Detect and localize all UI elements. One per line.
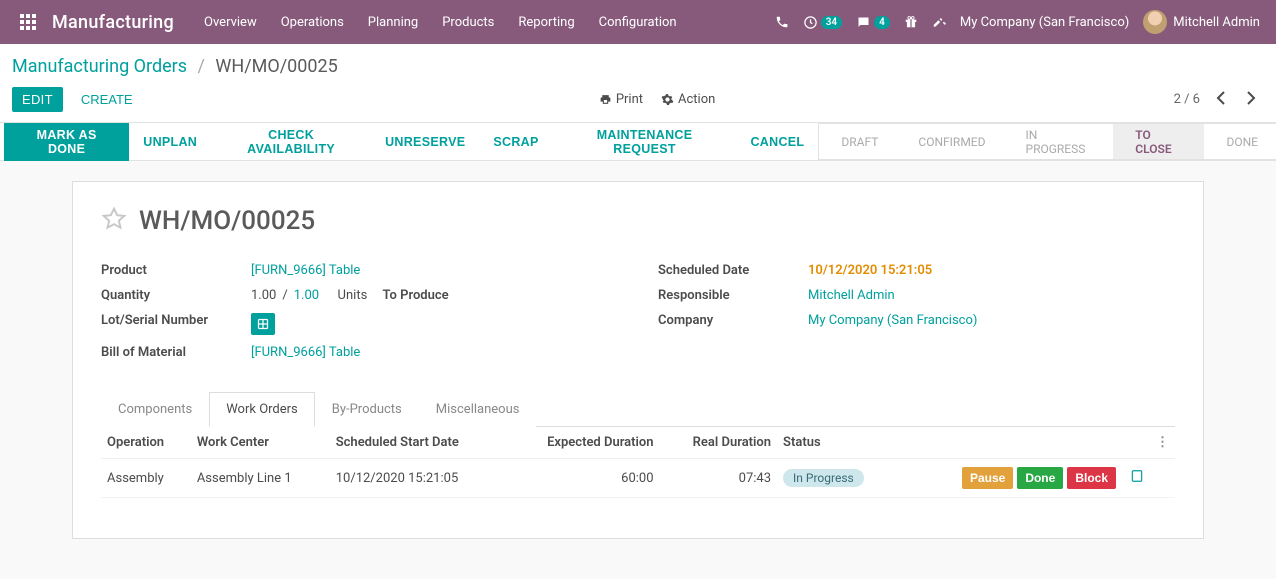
- tab-components[interactable]: Components: [101, 392, 209, 427]
- action-button[interactable]: Action: [661, 92, 715, 107]
- col-operation: Operation: [101, 427, 191, 459]
- maintenance-request-button[interactable]: MAINTENANCE REQUEST: [553, 123, 737, 161]
- notebook-tabs: Components Work Orders By-Products Misce…: [101, 391, 1175, 427]
- tab-work-orders[interactable]: Work Orders: [209, 392, 315, 427]
- user-name: Mitchell Admin: [1173, 15, 1260, 30]
- company-link[interactable]: My Company (San Francisco): [808, 313, 977, 328]
- scheduled-value: 10/12/2020 15:21:05: [808, 263, 1175, 278]
- responsible-link[interactable]: Mitchell Admin: [808, 288, 895, 303]
- form-sheet: WH/MO/00025 Product [FURN_9666] Table Qu…: [72, 181, 1204, 539]
- product-label: Product: [101, 263, 251, 278]
- tab-miscellaneous[interactable]: Miscellaneous: [419, 392, 537, 427]
- activities-icon[interactable]: 34: [803, 15, 842, 30]
- quantity-done: 1.00: [251, 288, 276, 303]
- lot-label: Lot/Serial Number: [101, 313, 251, 335]
- col-expected: Expected Duration: [505, 427, 659, 459]
- company-label: Company: [658, 313, 808, 328]
- statusbar: MARK AS DONE UNPLAN CHECK AVAILABILITY U…: [0, 123, 1276, 161]
- messages-badge: 4: [874, 16, 890, 29]
- bom-link[interactable]: [FURN_9666] Table: [251, 345, 360, 360]
- nav-operations[interactable]: Operations: [269, 1, 356, 44]
- wo-operation: Assembly: [101, 459, 191, 498]
- status-confirmed[interactable]: CONFIRMED: [896, 123, 1003, 160]
- wo-scheduled: 10/12/2020 15:21:05: [330, 459, 506, 498]
- work-orders-table: Operation Work Center Scheduled Start Da…: [101, 427, 1175, 498]
- nav-menu: Overview Operations Planning Products Re…: [192, 1, 689, 44]
- breadcrumb-root[interactable]: Manufacturing Orders: [12, 56, 187, 77]
- col-real: Real Duration: [660, 427, 778, 459]
- wo-done-button[interactable]: Done: [1017, 467, 1063, 489]
- phone-icon[interactable]: [775, 15, 789, 29]
- apps-icon[interactable]: [8, 14, 48, 30]
- status-in-progress[interactable]: IN PROGRESS: [1004, 123, 1114, 160]
- chevron-left-icon: [1216, 91, 1226, 105]
- breadcrumb-current: WH/MO/00025: [215, 56, 337, 77]
- chevron-right-icon: [1246, 91, 1256, 105]
- check-availability-button[interactable]: CHECK AVAILABILITY: [211, 123, 371, 161]
- scheduled-label: Scheduled Date: [658, 263, 808, 278]
- gear-icon: [661, 93, 674, 106]
- col-work-center: Work Center: [191, 427, 330, 459]
- quantity-total: 1.00: [294, 288, 319, 303]
- status-to-close[interactable]: TO CLOSE: [1113, 123, 1204, 160]
- messages-icon[interactable]: 4: [856, 15, 890, 30]
- tablet-icon[interactable]: [1130, 469, 1144, 487]
- nav-overview[interactable]: Overview: [192, 1, 269, 44]
- work-order-row[interactable]: Assembly Assembly Line 1 10/12/2020 15:2…: [101, 459, 1175, 498]
- favorite-star-icon[interactable]: [101, 206, 127, 236]
- quantity-uom: Units: [338, 288, 368, 303]
- print-button[interactable]: Print: [599, 92, 643, 107]
- col-status: Status: [777, 427, 898, 459]
- gift-icon[interactable]: [904, 15, 918, 29]
- breadcrumb-sep: /: [192, 56, 211, 77]
- wo-expected: 60:00: [505, 459, 659, 498]
- pager-prev[interactable]: [1212, 89, 1230, 111]
- cancel-button[interactable]: CANCEL: [736, 123, 818, 161]
- status-draft[interactable]: DRAFT: [818, 123, 896, 160]
- scrap-button[interactable]: SCRAP: [479, 123, 552, 161]
- wo-pause-button[interactable]: Pause: [962, 467, 1013, 489]
- pager-next[interactable]: [1242, 89, 1260, 111]
- nav-planning[interactable]: Planning: [356, 1, 430, 44]
- activities-badge: 34: [821, 16, 842, 29]
- wo-block-button[interactable]: Block: [1067, 467, 1116, 489]
- pager-text: 2 / 6: [1174, 92, 1200, 107]
- tab-by-products[interactable]: By-Products: [315, 392, 419, 427]
- mark-as-done-button[interactable]: MARK AS DONE: [4, 123, 129, 161]
- status-flow: DRAFT CONFIRMED IN PROGRESS TO CLOSE DON…: [818, 123, 1276, 160]
- wo-status-pill: In Progress: [783, 469, 864, 487]
- status-done[interactable]: DONE: [1204, 123, 1276, 160]
- create-button[interactable]: CREATE: [73, 87, 141, 112]
- responsible-label: Responsible: [658, 288, 808, 303]
- user-menu[interactable]: Mitchell Admin: [1143, 10, 1260, 34]
- avatar: [1143, 10, 1167, 34]
- col-scheduled: Scheduled Start Date: [330, 427, 506, 459]
- grid-plus-icon: [257, 318, 269, 330]
- edit-button[interactable]: EDIT: [12, 87, 63, 112]
- quantity-sep: /: [282, 288, 287, 303]
- nav-configuration[interactable]: Configuration: [587, 1, 689, 44]
- lot-serial-button[interactable]: [251, 313, 275, 335]
- unplan-button[interactable]: UNPLAN: [129, 123, 211, 161]
- wo-real: 07:43: [660, 459, 778, 498]
- top-navbar: Manufacturing Overview Operations Planni…: [0, 0, 1276, 44]
- wo-work-center: Assembly Line 1: [191, 459, 330, 498]
- systray: 34 4 My Company (San Francisco) Mitchell…: [775, 10, 1268, 34]
- nav-reporting[interactable]: Reporting: [506, 1, 586, 44]
- company-switcher[interactable]: My Company (San Francisco): [960, 15, 1129, 30]
- print-icon: [599, 93, 612, 106]
- control-panel: Manufacturing Orders / WH/MO/00025 EDIT …: [0, 44, 1276, 123]
- nav-products[interactable]: Products: [430, 1, 506, 44]
- debug-icon[interactable]: [932, 15, 946, 29]
- bom-label: Bill of Material: [101, 345, 251, 360]
- brand-title[interactable]: Manufacturing: [48, 12, 192, 33]
- record-title: WH/MO/00025: [139, 206, 315, 236]
- product-link[interactable]: [FURN_9666] Table: [251, 263, 360, 278]
- quantity-label: Quantity: [101, 288, 251, 303]
- columns-menu-icon[interactable]: ⋮: [1156, 435, 1169, 450]
- quantity-suffix: To Produce: [383, 288, 449, 303]
- unreserve-button[interactable]: UNRESERVE: [371, 123, 479, 161]
- breadcrumb: Manufacturing Orders / WH/MO/00025: [12, 56, 338, 77]
